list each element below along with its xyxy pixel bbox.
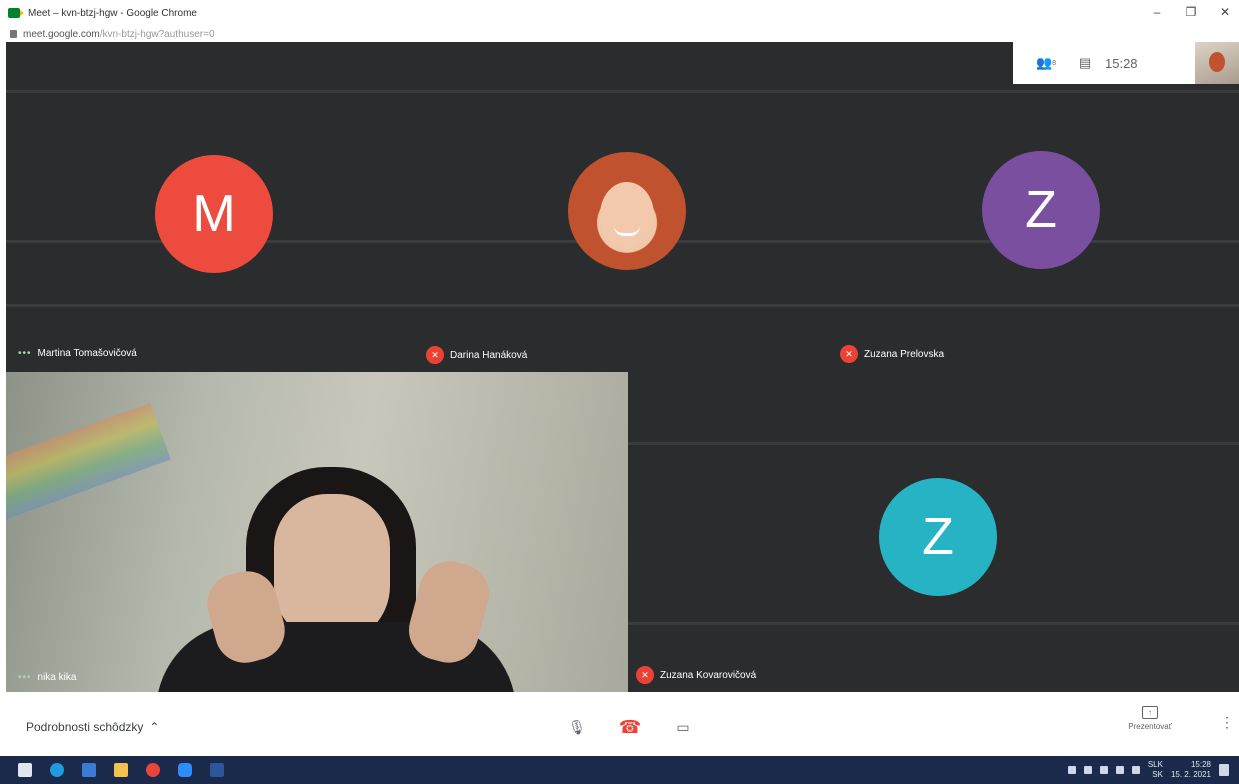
microphone-tray-icon[interactable] — [1131, 766, 1140, 774]
chevron-up-icon: ⌃ — [149, 720, 160, 734]
participant-name-tag: ✕ Zuzana Kovarovičová — [636, 666, 756, 684]
clock-time: 15:28 — [1190, 760, 1211, 769]
participant-video-nika-kika: ••• nika kika — [6, 372, 628, 692]
participant-name: Zuzana Kovarovičová — [660, 669, 757, 681]
people-count: 8 — [1052, 59, 1057, 67]
restore-button[interactable]: ❐ — [1183, 5, 1199, 19]
meet-favicon-icon — [8, 8, 24, 18]
people-icon[interactable]: 👥 8 — [1029, 53, 1063, 73]
avatar-initial: M — [192, 185, 236, 243]
tray-icon[interactable] — [1067, 766, 1076, 774]
participant-name: Zuzana Prelovska — [864, 348, 945, 360]
meeting-stage: M ••• Martina Tomašovičová ✕ Darina Haná… — [6, 42, 1239, 692]
avatar-initial: Z — [922, 508, 954, 566]
hang-up-icon: ☎ — [618, 716, 642, 737]
clock-date: 15. 2. 2021 — [1170, 770, 1211, 779]
participant-name: Martina Tomašovičová — [37, 348, 137, 359]
word-icon[interactable] — [210, 763, 224, 777]
more-options-icon[interactable]: ••• — [18, 348, 32, 359]
system-tray: SLK SK 15:28 15. 2. 2021 — [1067, 760, 1229, 780]
participant-name: nika kika — [37, 672, 77, 683]
zoom-app-icon[interactable] — [178, 763, 192, 777]
meeting-time: 15:28 — [1105, 55, 1138, 71]
browser-title-bar: Meet – kvn-btzj-hgw - Google Chrome – ❐ … — [0, 0, 1239, 26]
file-explorer-icon[interactable] — [114, 763, 128, 777]
participant-name-tag: ••• nika kika — [18, 672, 76, 683]
present-screen-icon: ↑ — [1142, 706, 1158, 719]
face-shape — [600, 182, 654, 248]
participant-avatar-zuzana-prelovska: Z — [982, 151, 1100, 269]
windows-start-icon[interactable] — [18, 763, 32, 777]
mic-off-icon: ✕ — [636, 666, 654, 684]
chrome-icon[interactable] — [146, 763, 160, 777]
participant-avatar-zuzana-kovarovicova: Z — [879, 478, 997, 596]
self-view-thumbnail[interactable] — [1195, 42, 1239, 84]
present-button[interactable]: ↑ Prezentovať — [1120, 706, 1180, 731]
lock-icon — [10, 30, 17, 38]
microphone-icon: 🎙 — [568, 718, 586, 735]
keyboard-layout: SK — [1152, 770, 1163, 779]
participant-name-tag: ••• Martina Tomašovičová — [18, 348, 137, 359]
minimize-button[interactable]: – — [1149, 5, 1165, 19]
window-controls: – ❐ ✕ — [1149, 5, 1233, 19]
scan-band — [6, 90, 1239, 93]
participant-name: Darina Hanáková — [450, 349, 528, 361]
meeting-details-button[interactable]: Podrobnosti schôdzky ⌃ — [26, 720, 159, 734]
participant-name-tag: ✕ Zuzana Prelovska — [840, 345, 944, 363]
present-label: Prezentovať — [1128, 722, 1172, 731]
more-options-button[interactable]: ⋮ — [1220, 714, 1234, 731]
hang-up-button[interactable]: ☎ — [617, 714, 643, 740]
notifications-icon[interactable] — [1219, 764, 1229, 776]
taskbar-clock[interactable]: 15:28 15. 2. 2021 — [1171, 760, 1211, 780]
mic-off-icon: ✕ — [426, 346, 444, 364]
tray-icon[interactable] — [1083, 766, 1092, 774]
scan-band — [6, 304, 1239, 307]
close-button[interactable]: ✕ — [1217, 5, 1233, 19]
store-icon[interactable] — [82, 763, 96, 777]
language-indicator[interactable]: SLK SK — [1148, 760, 1163, 780]
url-path: /kvn-btzj-hgw?authuser=0 — [99, 28, 215, 40]
address-bar[interactable]: meet.google.com/kvn-btzj-hgw?authuser=0 — [0, 26, 1239, 42]
windows-taskbar: SLK SK 15:28 15. 2. 2021 — [0, 756, 1239, 784]
participant-photo-darina — [568, 152, 686, 270]
avatar-initial: Z — [1025, 181, 1057, 239]
chat-icon[interactable]: ▤ — [1075, 53, 1095, 73]
participant-name-tag: ✕ Darina Hanáková — [426, 346, 527, 364]
language-code: SLK — [1147, 760, 1163, 769]
url-host: meet.google.com — [23, 28, 100, 40]
edge-browser-icon[interactable] — [50, 763, 64, 777]
microphone-button[interactable]: 🎙 — [564, 714, 590, 740]
participant-avatar-martina: M — [155, 155, 273, 273]
camera-button[interactable]: ▭ — [670, 714, 696, 740]
more-options-icon[interactable]: ••• — [18, 672, 32, 683]
more-vert-icon: ⋮ — [1220, 714, 1234, 730]
network-icon[interactable] — [1099, 766, 1108, 774]
light-reflection — [6, 403, 171, 521]
meeting-details-label: Podrobnosti schôdzky — [26, 720, 144, 734]
camera-icon: ▭ — [676, 718, 690, 735]
url-text[interactable]: meet.google.com/kvn-btzj-hgw?authuser=0 — [23, 29, 215, 40]
mic-off-icon: ✕ — [840, 345, 858, 363]
window-title: Meet – kvn-btzj-hgw - Google Chrome — [28, 7, 197, 19]
meeting-controls-bar: Podrobnosti schôdzky ⌃ 🎙 ☎ ▭ ↑ Prezentov… — [0, 692, 1239, 756]
volume-icon[interactable] — [1115, 766, 1124, 774]
meeting-info-panel: 👥 8 ▤ 15:28 — [1013, 42, 1239, 84]
